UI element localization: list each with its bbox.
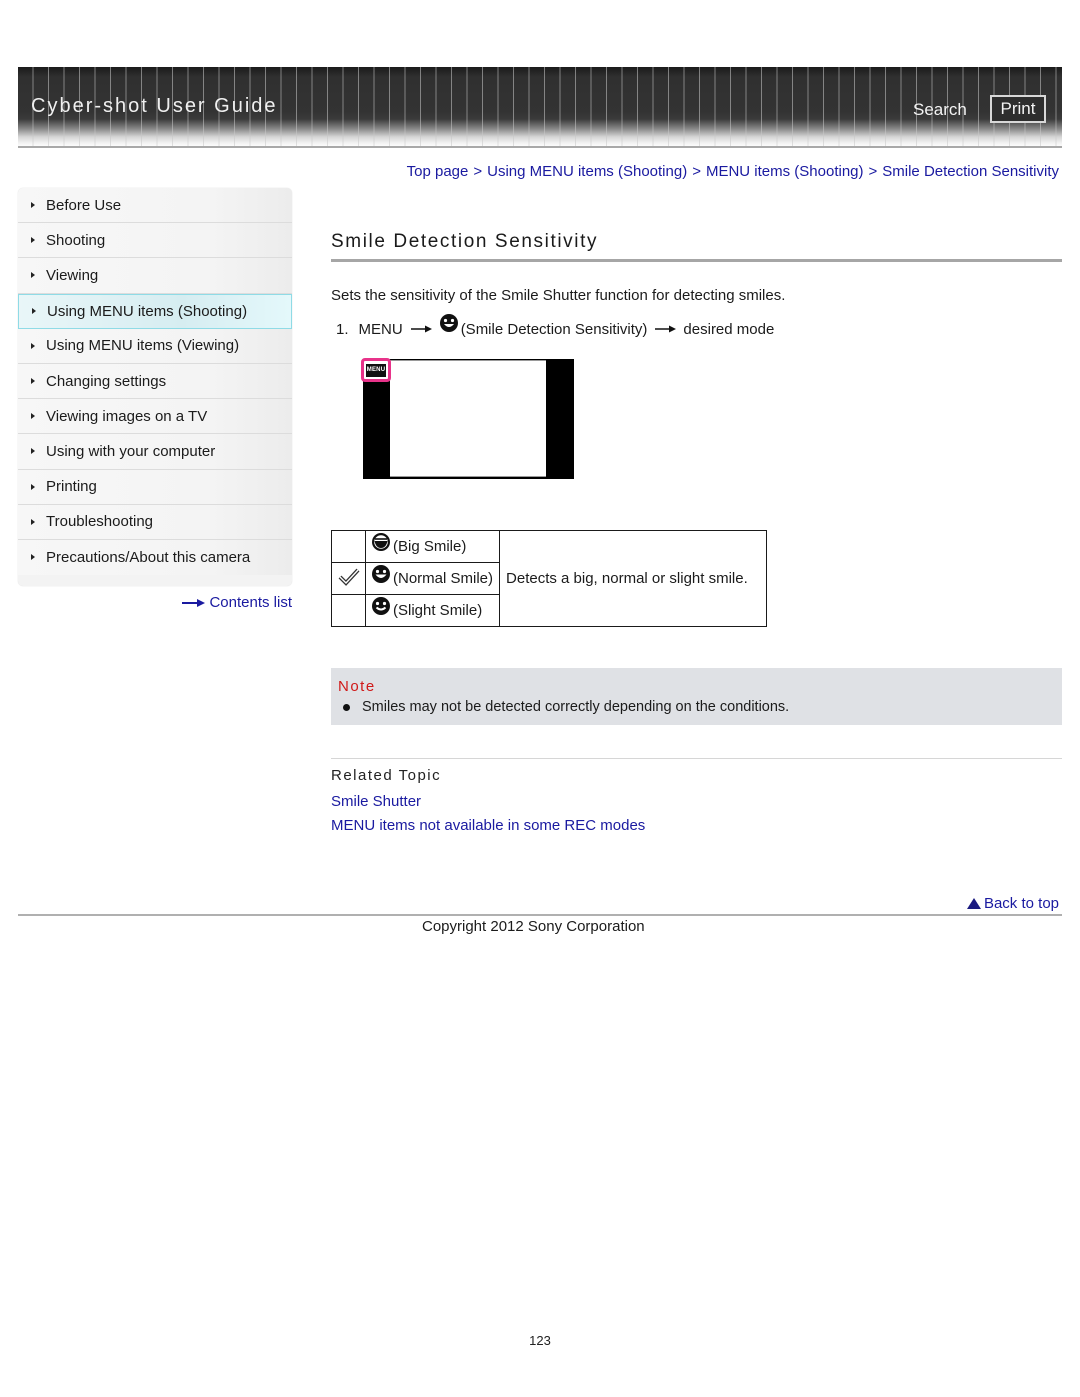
sidebar-item-using-menu-shooting[interactable]: Using MENU items (Shooting): [18, 293, 292, 329]
title-divider: [331, 259, 1062, 262]
back-to-top-link[interactable]: Back to top: [966, 895, 1059, 912]
triangle-right-icon: [31, 554, 35, 561]
related-link-smile-shutter[interactable]: Smile Shutter: [331, 793, 421, 810]
contents-list-label: Contents list: [209, 594, 292, 611]
step-target-label: desired mode: [683, 320, 775, 338]
copyright-text: Copyright 2012 Sony Corporation: [422, 918, 645, 935]
breadcrumb-separator: >: [692, 163, 701, 180]
related-divider: [331, 758, 1062, 759]
sidebar-item-label: Using with your computer: [46, 442, 216, 460]
sidebar-item-label: Using MENU items (Shooting): [47, 302, 248, 320]
table-row: (Big Smile) Detects a big, normal or sli…: [331, 530, 768, 627]
mode-label: (Normal Smile): [393, 570, 494, 587]
step-menu-label: MENU: [358, 320, 403, 338]
big-smile-icon: [371, 532, 391, 556]
triangle-right-icon: [31, 518, 35, 525]
checkmark-icon: [338, 568, 360, 590]
sidebar-nav: Before Use Shooting Viewing Using MENU i…: [18, 188, 292, 586]
sidebar-item-before-use[interactable]: Before Use: [18, 188, 292, 224]
sidebar-item-using-menu-viewing[interactable]: Using MENU items (Viewing): [18, 328, 292, 364]
footer-divider: [18, 914, 1062, 916]
breadcrumb: Top page > Using MENU items (Shooting) > MEN…: [407, 163, 1059, 180]
note-title: Note: [338, 678, 376, 695]
sidebar-item-label: Viewing images on a TV: [46, 407, 208, 425]
triangle-right-icon: [31, 272, 35, 279]
triangle-up-icon: [966, 898, 981, 909]
smile-detection-icon: [439, 313, 459, 337]
breadcrumb-separator: >: [868, 163, 878, 180]
triangle-right-icon: [31, 378, 35, 385]
page-title: Smile Detection Sensitivity: [331, 231, 599, 252]
header-banner: Cyber-shot User Guide Search Print: [18, 67, 1062, 147]
sidebar-item-changing-settings[interactable]: Changing settings: [18, 363, 292, 400]
sidebar-item-label: Before Use: [46, 196, 122, 214]
note-box: Note Smiles may not be detected correctl…: [331, 668, 1062, 725]
procedure-step: 1. MENU (Smile Detection Sensitivity) de…: [336, 314, 775, 341]
arrow-right-icon: [655, 321, 677, 338]
breadcrumb-top-page[interactable]: Top page: [407, 163, 469, 180]
intro-text: Sets the sensitivity of the Smile Shutte…: [331, 287, 786, 304]
selection-cell: [331, 562, 366, 595]
search-link[interactable]: Search: [913, 100, 967, 120]
sidebar-item-label: Precautions/About this camera: [46, 548, 251, 566]
back-to-top-label: Back to top: [983, 895, 1059, 912]
sidebar-item-label: Shooting: [46, 231, 106, 249]
mode-cell: (Normal Smile): [364, 562, 501, 595]
sidebar-item-viewing-on-tv[interactable]: Viewing images on a TV: [18, 399, 292, 435]
menu-key-icon: MENU: [366, 363, 386, 377]
modes-table: (Big Smile) Detects a big, normal or sli…: [331, 530, 768, 627]
sidebar-item-label: Using MENU items (Viewing): [46, 337, 240, 355]
sidebar-item-using-with-computer[interactable]: Using with your computer: [18, 434, 292, 470]
mode-label: (Big Smile): [393, 538, 467, 555]
sidebar-item-printing[interactable]: Printing: [18, 469, 292, 505]
triangle-right-icon: [32, 308, 36, 315]
print-button[interactable]: Print: [990, 95, 1046, 123]
sidebar-item-label: Printing: [46, 478, 97, 496]
triangle-right-icon: [31, 202, 35, 209]
step-number: 1.: [336, 320, 349, 338]
guide-title: Cyber-shot User Guide: [31, 95, 278, 117]
sidebar-item-troubleshooting[interactable]: Troubleshooting: [18, 504, 292, 540]
header-divider: [18, 146, 1062, 148]
triangle-right-icon: [31, 237, 35, 244]
sidebar-item-label: Troubleshooting: [46, 513, 154, 531]
breadcrumb-menu-items-shooting[interactable]: MENU items (Shooting): [706, 163, 864, 180]
camera-screen-illustration: MENU: [361, 358, 574, 479]
arrow-right-icon: [182, 598, 206, 608]
normal-smile-icon: [371, 564, 391, 588]
contents-list-link[interactable]: Contents list: [182, 594, 292, 611]
screen-display-area: [390, 360, 546, 477]
bullet-icon: [343, 703, 350, 711]
mode-label: (Slight Smile): [393, 602, 483, 619]
related-topic-title: Related Topic: [331, 767, 442, 784]
sidebar-item-precautions[interactable]: Precautions/About this camera: [18, 539, 292, 576]
breadcrumb-current-page[interactable]: Smile Detection Sensitivity: [882, 163, 1059, 180]
selection-cell: [331, 530, 366, 563]
page-number: 123: [529, 1333, 551, 1348]
triangle-right-icon: [31, 483, 35, 490]
step-item-label: (Smile Detection Sensitivity): [460, 320, 648, 338]
note-text: Smiles may not be detected correctly dep…: [362, 699, 790, 715]
sidebar-item-label: Viewing: [46, 266, 99, 284]
mode-cell: (Slight Smile): [364, 594, 501, 627]
triangle-right-icon: [31, 448, 35, 455]
triangle-right-icon: [31, 342, 35, 349]
mode-cell: (Big Smile): [364, 530, 501, 563]
sidebar-item-viewing[interactable]: Viewing: [18, 258, 292, 294]
sidebar-item-shooting[interactable]: Shooting: [18, 223, 292, 259]
modes-description: Detects a big, normal or slight smile.: [499, 530, 768, 627]
menu-button-highlight: MENU: [361, 358, 391, 382]
breadcrumb-using-menu-items-shooting[interactable]: Using MENU items (Shooting): [487, 163, 687, 180]
note-item: Smiles may not be detected correctly dep…: [343, 699, 789, 715]
breadcrumb-separator: >: [473, 163, 483, 180]
slight-smile-icon: [371, 596, 391, 620]
triangle-right-icon: [31, 413, 35, 420]
arrow-right-icon: [410, 321, 433, 338]
related-link-menu-items-not-available[interactable]: MENU items not available in some REC mod…: [331, 817, 645, 834]
selection-cell: [331, 594, 366, 627]
sidebar-item-label: Changing settings: [46, 372, 167, 390]
